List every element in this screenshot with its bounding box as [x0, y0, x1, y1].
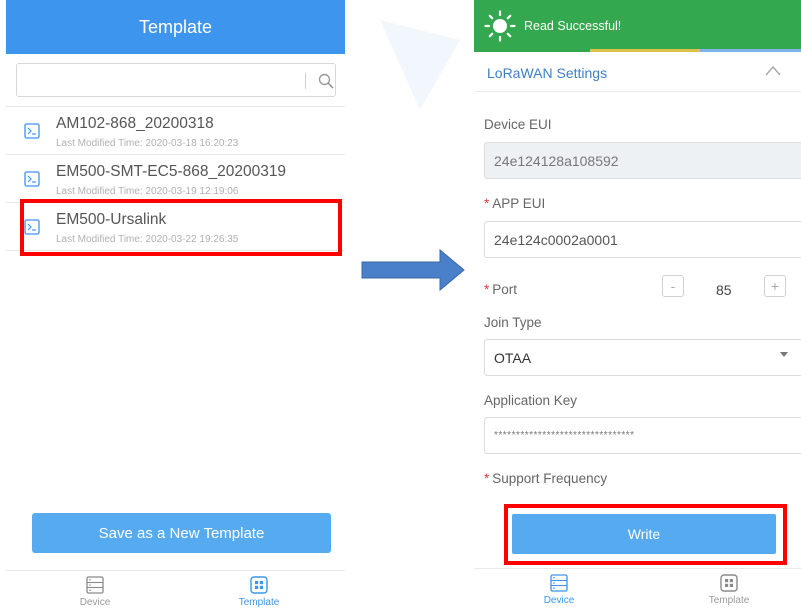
- right-arrow-icon: [361, 248, 465, 292]
- tab-label: Template: [708, 595, 750, 606]
- tab-label: Device: [543, 595, 575, 606]
- bottom-tab-bar: Device Template: [474, 568, 801, 609]
- device-icon: [550, 574, 568, 592]
- toast-message: Read Successful!: [524, 19, 622, 33]
- search-box: [16, 63, 336, 97]
- template-modified-time: Last Modified Time: 2020-03-18 16:20:23: [56, 138, 239, 149]
- join-type-label: Join Type: [484, 315, 542, 330]
- template-header: Template: [6, 0, 345, 54]
- lorawan-settings-section-header[interactable]: LoRaWAN Settings: [474, 52, 801, 92]
- chevron-up-icon[interactable]: [764, 64, 782, 78]
- list-divider: [6, 106, 345, 107]
- template-icon: [250, 576, 268, 594]
- save-as-new-template-button[interactable]: Save as a New Template: [32, 513, 331, 553]
- application-key-label: Application Key: [484, 393, 578, 408]
- terminal-icon: [24, 171, 40, 187]
- required-marker: *: [484, 282, 490, 297]
- page-title: Template: [138, 16, 213, 37]
- template-item-em500-smt[interactable]: EM500-SMT-EC5-868_20200319 Last Modified…: [6, 156, 345, 203]
- template-modified-time: Last Modified Time: 2020-03-19 12:19:06: [56, 186, 239, 197]
- template-name: EM500-SMT-EC5-868_20200319: [56, 163, 287, 180]
- device-eui-field: 24e124128a108592: [484, 142, 801, 179]
- device-icon: [86, 576, 104, 594]
- device-eui-label: Device EUI: [484, 117, 552, 132]
- support-frequency-label: * Support Frequency: [484, 471, 607, 486]
- template-item-am102[interactable]: AM102-868_20200318 Last Modified Time: 2…: [6, 108, 345, 155]
- port-label-text: Port: [492, 282, 518, 297]
- highlight-box: [20, 199, 342, 256]
- tab-label: Device: [79, 597, 111, 608]
- app-eui-field[interactable]: 24e124c0002a0001: [484, 221, 801, 258]
- tab-template[interactable]: Template: [214, 575, 304, 608]
- join-type-select[interactable]: OTAA: [484, 339, 801, 376]
- tab-template[interactable]: Template: [684, 573, 774, 606]
- app-eui-label-text: APP EUI: [492, 196, 546, 211]
- tab-device[interactable]: Device: [514, 573, 604, 606]
- template-name: AM102-868_20200318: [56, 115, 214, 132]
- tab-device[interactable]: Device: [50, 575, 140, 608]
- search-input[interactable]: [23, 68, 293, 92]
- template-screen: Template AM102-868_20200318 Last Modifie…: [6, 0, 345, 609]
- search-separator: [305, 73, 306, 89]
- section-title: LoRaWAN Settings: [487, 65, 608, 81]
- tab-label: Template: [238, 597, 280, 608]
- port-label: * Port: [484, 282, 517, 297]
- template-icon: [720, 574, 738, 592]
- required-marker: *: [484, 471, 490, 486]
- required-marker: *: [484, 196, 490, 211]
- sun-icon: [484, 10, 516, 42]
- bottom-tab-bar: Device Template: [6, 570, 345, 609]
- app-eui-label: * APP EUI: [484, 196, 545, 211]
- support-frequency-label-text: Support Frequency: [492, 471, 608, 486]
- port-increment-button[interactable]: +: [764, 275, 786, 297]
- highlight-box: [504, 504, 787, 565]
- dropdown-arrow-icon[interactable]: [780, 352, 788, 357]
- terminal-icon: [24, 123, 40, 139]
- read-success-toast: Read Successful!: [474, 0, 801, 52]
- port-decrement-button[interactable]: -: [662, 275, 684, 297]
- search-icon[interactable]: [317, 72, 335, 90]
- port-value[interactable]: 85: [716, 282, 732, 298]
- application-key-field[interactable]: ********************************: [484, 417, 801, 454]
- device-settings-screen: Read Successful! LoRaWAN Settings Device…: [474, 0, 801, 609]
